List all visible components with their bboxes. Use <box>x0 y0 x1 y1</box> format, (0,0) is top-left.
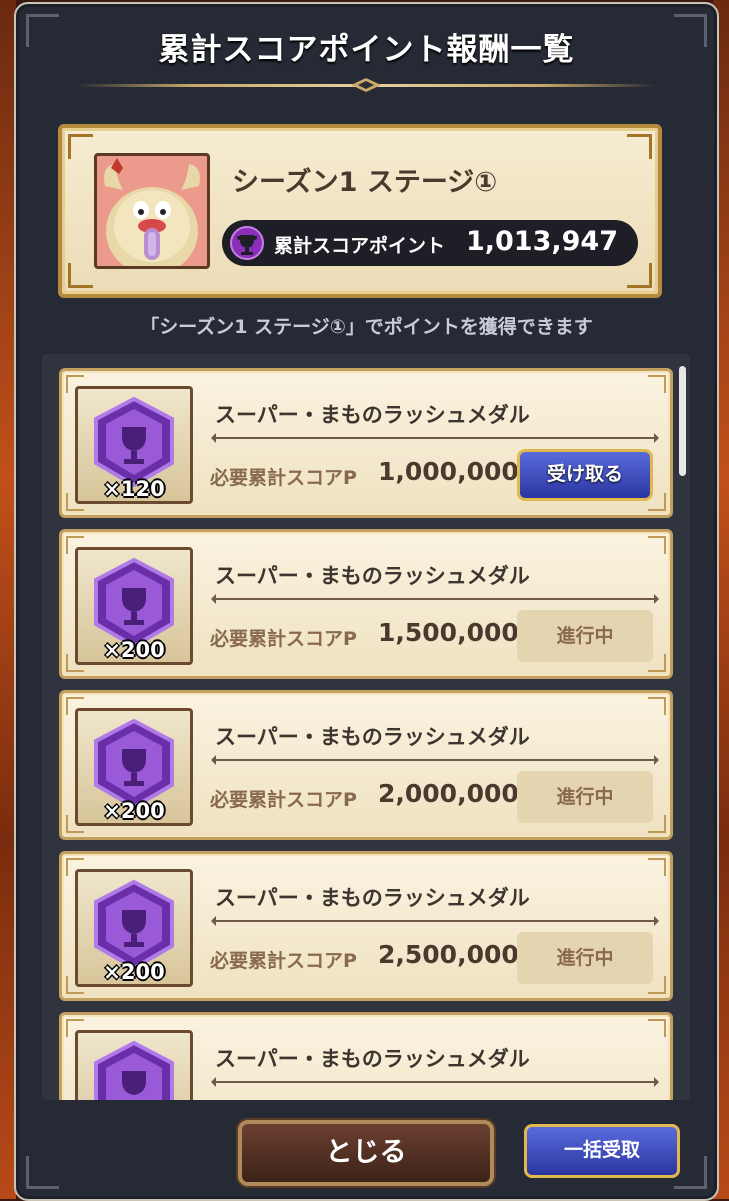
list-scrollbar[interactable] <box>679 366 686 476</box>
reward-divider <box>211 1077 659 1087</box>
frame-corner <box>26 1156 59 1189</box>
points-hint: 「シーズン1 ステージ①」でポイントを獲得できます <box>140 316 593 338</box>
reward-divider <box>211 594 659 604</box>
required-score-label: 必要累計スコアP <box>210 628 357 650</box>
reward-row: ×200 スーパー・まものラッシュメダル 必要累計スコアP 2,500,000 … <box>59 851 673 1001</box>
season-name: シーズン1 ステージ① <box>232 167 498 198</box>
reward-divider <box>211 916 659 926</box>
reward-list[interactable]: ×120 スーパー・まものラッシュメダル 必要累計スコアP 1,000,000 … <box>42 354 690 1100</box>
reward-dialog: 累計スコアポイント報酬一覧 シーズン1 ステージ① 累計スコアポイント 1,01… <box>14 2 719 1201</box>
score-value: 1,013,947 <box>465 226 618 257</box>
medal-thumbnail: ×200 <box>75 869 193 987</box>
required-score-label: 必要累計スコアP <box>210 950 357 972</box>
medal-quantity: ×200 <box>103 799 165 823</box>
reward-row: ×200 スーパー・まものラッシュメダル 必要累計スコアP 1,500,000 … <box>59 529 673 679</box>
in-progress-status: 進行中 <box>517 771 653 823</box>
season-card: シーズン1 ステージ① 累計スコアポイント 1,013,947 <box>58 124 662 298</box>
reward-divider <box>211 755 659 765</box>
in-progress-status: 進行中 <box>517 610 653 662</box>
reward-row: スーパー・まものラッシュメダル <box>59 1012 673 1100</box>
bulk-claim-button[interactable]: 一括受取 <box>524 1124 680 1178</box>
required-score-label: 必要累計スコアP <box>210 467 357 489</box>
card-ornament <box>68 263 93 288</box>
in-progress-status: 進行中 <box>517 932 653 984</box>
title-ornament-icon <box>351 78 381 92</box>
medal-quantity: ×200 <box>103 960 165 984</box>
medal-thumbnail: ×120 <box>75 386 193 504</box>
row-ornament <box>648 697 666 715</box>
reward-name: スーパー・まものラッシュメダル <box>215 1047 530 1071</box>
claim-button[interactable]: 受け取る <box>517 449 653 501</box>
required-score-value: 2,000,000 <box>378 779 519 808</box>
medal-quantity: ×120 <box>103 477 165 501</box>
reward-name: スーパー・まものラッシュメダル <box>215 725 530 749</box>
reward-row: ×200 スーパー・まものラッシュメダル 必要累計スコアP 2,000,000 … <box>59 690 673 840</box>
row-ornament <box>648 858 666 876</box>
required-score-value: 2,500,000 <box>378 940 519 969</box>
medal-quantity: ×200 <box>103 638 165 662</box>
row-ornament <box>648 1019 666 1037</box>
trophy-icon <box>230 226 264 260</box>
medal-thumbnail <box>75 1030 193 1100</box>
row-ornament <box>648 536 666 554</box>
required-score-value: 1,000,000 <box>378 457 519 486</box>
card-ornament <box>627 263 652 288</box>
dialog-title: 累計スコアポイント報酬一覧 <box>158 32 575 68</box>
rush-medal-icon <box>94 1040 174 1100</box>
reward-name: スーパー・まものラッシュメダル <box>215 886 530 910</box>
reward-row: ×120 スーパー・まものラッシュメダル 必要累計スコアP 1,000,000 … <box>59 368 673 518</box>
monster-portrait <box>94 153 210 269</box>
reward-name: スーパー・まものラッシュメダル <box>215 403 530 427</box>
monster-image <box>97 156 207 266</box>
required-score-label: 必要累計スコアP <box>210 789 357 811</box>
row-ornament <box>648 375 666 393</box>
score-display: 累計スコアポイント 1,013,947 <box>222 220 638 266</box>
reward-divider <box>211 433 659 443</box>
required-score-value: 1,500,000 <box>378 618 519 647</box>
card-ornament <box>68 134 93 159</box>
medal-thumbnail: ×200 <box>75 547 193 665</box>
medal-thumbnail: ×200 <box>75 708 193 826</box>
close-button[interactable]: とじる <box>238 1120 494 1186</box>
score-label: 累計スコアポイント <box>274 235 446 257</box>
card-ornament <box>627 134 652 159</box>
reward-name: スーパー・まものラッシュメダル <box>215 564 530 588</box>
